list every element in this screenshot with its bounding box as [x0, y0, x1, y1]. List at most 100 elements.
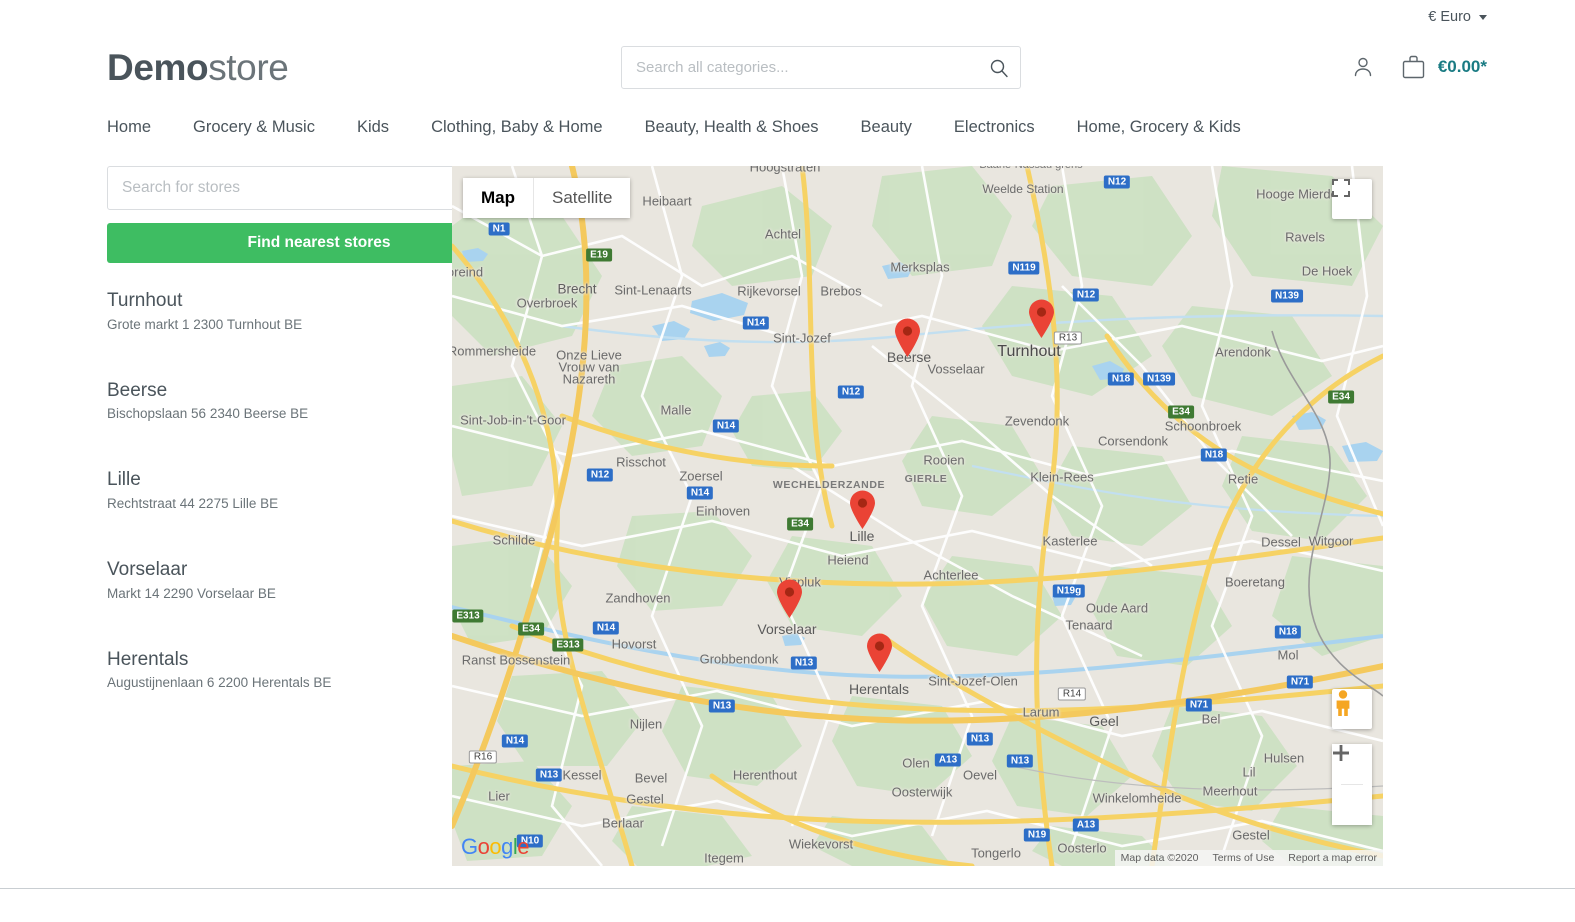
road-shield-blue: N13	[966, 732, 994, 746]
report-map-error-link[interactable]: Report a map error	[1288, 852, 1377, 864]
map-column: Hoogstraten Baarle-Nassau grens Weelde Sta…	[445, 166, 1383, 866]
google-logo-letter: e	[517, 834, 530, 859]
road-shield-blue: N12	[1072, 288, 1100, 302]
site-logo[interactable]: Demostore	[107, 46, 289, 88]
nav-item-clothing-baby-home[interactable]: Clothing, Baby & Home	[431, 118, 603, 137]
road-shield-blue: N13	[1006, 754, 1034, 768]
road-shield-blue: N13	[790, 656, 818, 670]
store-list-item[interactable]: Lille Rechtstraat 44 2275 Lille BE	[107, 468, 425, 511]
store-list-item[interactable]: Herentals Augustijnenlaan 6 2200 Herental…	[107, 648, 425, 691]
map-place-label: Risschot	[616, 454, 666, 470]
store-address: Markt 14 2290 Vorselaar BE	[107, 585, 276, 601]
map-place-label: Lil	[1242, 764, 1256, 780]
store-list-item[interactable]: Beerse Bischopslaan 56 2340 Beerse BE	[107, 379, 425, 422]
road-shield-blue: N14	[742, 316, 770, 330]
map-place-label: Vorselaar	[757, 621, 817, 637]
road-shield-blue: N14	[501, 734, 529, 748]
map-type-control: Map Satellite	[463, 178, 631, 218]
street-view-pegman-button[interactable]	[1332, 689, 1372, 729]
road-shield-blue: A13	[1072, 818, 1100, 832]
map-place-label: Rijkevorsel	[737, 283, 801, 299]
map-place-label: Heiend	[827, 552, 869, 568]
map-place-label: Berlaar	[602, 815, 644, 831]
google-map[interactable]: Hoogstraten Baarle-Nassau grens Weelde Sta…	[452, 166, 1383, 866]
zoom-out-button[interactable]	[1332, 751, 1372, 825]
store-name: Turnhout	[107, 290, 183, 311]
nav-item-beauty-health-shoes[interactable]: Beauty, Health & Shoes	[645, 118, 819, 137]
map-place-label: Schilde	[492, 532, 536, 548]
cart-button[interactable]: €0.00*	[1401, 54, 1487, 80]
map-place-label: Rommersheide	[452, 343, 537, 359]
fullscreen-button[interactable]	[1332, 179, 1372, 219]
google-logo-letter: o	[477, 834, 490, 859]
map-place-label: Nazareth	[562, 371, 616, 387]
road-shield-blue: N14	[592, 621, 620, 635]
map-type-satellite-button[interactable]: Satellite	[533, 178, 631, 218]
page-content: Find nearest stores TurnhoutGrote markt …	[0, 153, 1575, 866]
nav-item-electronics[interactable]: Electronics	[954, 118, 1035, 137]
road-shield-green: E34	[787, 517, 813, 531]
google-logo-letter: G	[461, 834, 478, 859]
nav-item-grocery-music[interactable]: Grocery & Music	[193, 118, 315, 137]
road-shield-blue: N139	[1271, 289, 1303, 303]
minus-icon	[1333, 751, 1349, 755]
map-place-label: Malle	[660, 402, 692, 418]
map-place-label: Hooge Mierde	[1256, 186, 1338, 202]
map-place-label: Gestel	[1232, 827, 1270, 843]
google-logo[interactable]: Google	[461, 834, 530, 860]
road-shield-blue: N19g	[1052, 584, 1086, 598]
store-address: Augustijnenlaan 6 2200 Herentals BE	[107, 675, 332, 691]
search-input[interactable]	[621, 46, 1021, 89]
map-place-label: Grobbendonk	[699, 651, 779, 667]
search-icon	[990, 59, 1008, 77]
nav-item-beauty[interactable]: Beauty	[861, 118, 912, 137]
terms-of-use-link[interactable]: Terms of Use	[1212, 852, 1274, 864]
road-shield-blue: N14	[712, 419, 740, 433]
map-place-label: Tenaard	[1065, 617, 1113, 633]
store-name: Lille	[107, 469, 141, 491]
map-place-label: Retie	[1227, 471, 1259, 487]
road-shield-green: E34	[1168, 405, 1194, 419]
map-place-label: Mol	[1277, 647, 1299, 663]
map-place-label: Vosselaar	[927, 361, 985, 377]
bag-icon	[1402, 55, 1425, 79]
search-submit-button[interactable]	[977, 46, 1021, 89]
road-shield-green: E19	[586, 248, 612, 262]
nav-item-home[interactable]: Home	[107, 118, 151, 137]
map-place-label: Kessel	[562, 767, 602, 783]
logo-text-light: store	[208, 46, 289, 88]
map-place-label: Sint-Jozef	[773, 330, 831, 346]
map-place-label: Herenthout	[732, 767, 798, 783]
road-shield-blue: N12	[837, 385, 865, 399]
map-place-label: Oevel	[963, 767, 997, 783]
currency-switcher[interactable]: € Euro	[1428, 9, 1487, 25]
map-place-label: Kasterlee	[1042, 533, 1098, 549]
map-place-label: Sint-Lenaarts	[614, 282, 692, 298]
map-place-label: Winkelomheide	[1092, 790, 1182, 806]
store-list-item[interactable]: Turnhout Grote markt 1 2300 Turnhout BE	[107, 289, 425, 332]
nav-item-home-grocery-kids[interactable]: Home, Grocery & Kids	[1077, 118, 1241, 137]
map-type-map-button[interactable]: Map	[463, 178, 533, 218]
account-button[interactable]	[1351, 55, 1375, 79]
map-place-label: Achterlee	[923, 567, 979, 583]
map-place-label: Tongerlo	[971, 845, 1021, 861]
main-navigation: Home Grocery & Music Kids Clothing, Baby & …	[0, 101, 1575, 153]
map-place-label: Zoersel	[679, 468, 723, 484]
store-address: Grote markt 1 2300 Turnhout BE	[107, 316, 303, 332]
global-search	[621, 46, 1021, 89]
google-logo-letter: g	[501, 834, 513, 859]
store-name: Vorselaar	[107, 559, 188, 581]
map-attribution: Map data ©2020 Terms of Use Report a map…	[1114, 850, 1383, 866]
store-list-item[interactable]: Vorselaar Markt 14 2290 Vorselaar BE	[107, 558, 425, 601]
road-shield-blue: N12	[586, 468, 614, 482]
map-place-label: Hulsen	[1263, 750, 1305, 766]
road-shield-blue: N71	[1185, 698, 1213, 712]
map-place-label: Einhoven	[695, 503, 751, 519]
map-place-label: Klein-Rees	[1030, 469, 1094, 485]
map-place-label: Larum	[1022, 704, 1060, 720]
map-place-label: Sint-Jozef-Olen	[928, 673, 1018, 689]
road-shield-green: E34	[518, 622, 544, 636]
map-place-label: Boeretang	[1225, 574, 1285, 590]
nav-item-kids[interactable]: Kids	[357, 118, 389, 137]
logo-text-bold: Demo	[107, 46, 209, 88]
